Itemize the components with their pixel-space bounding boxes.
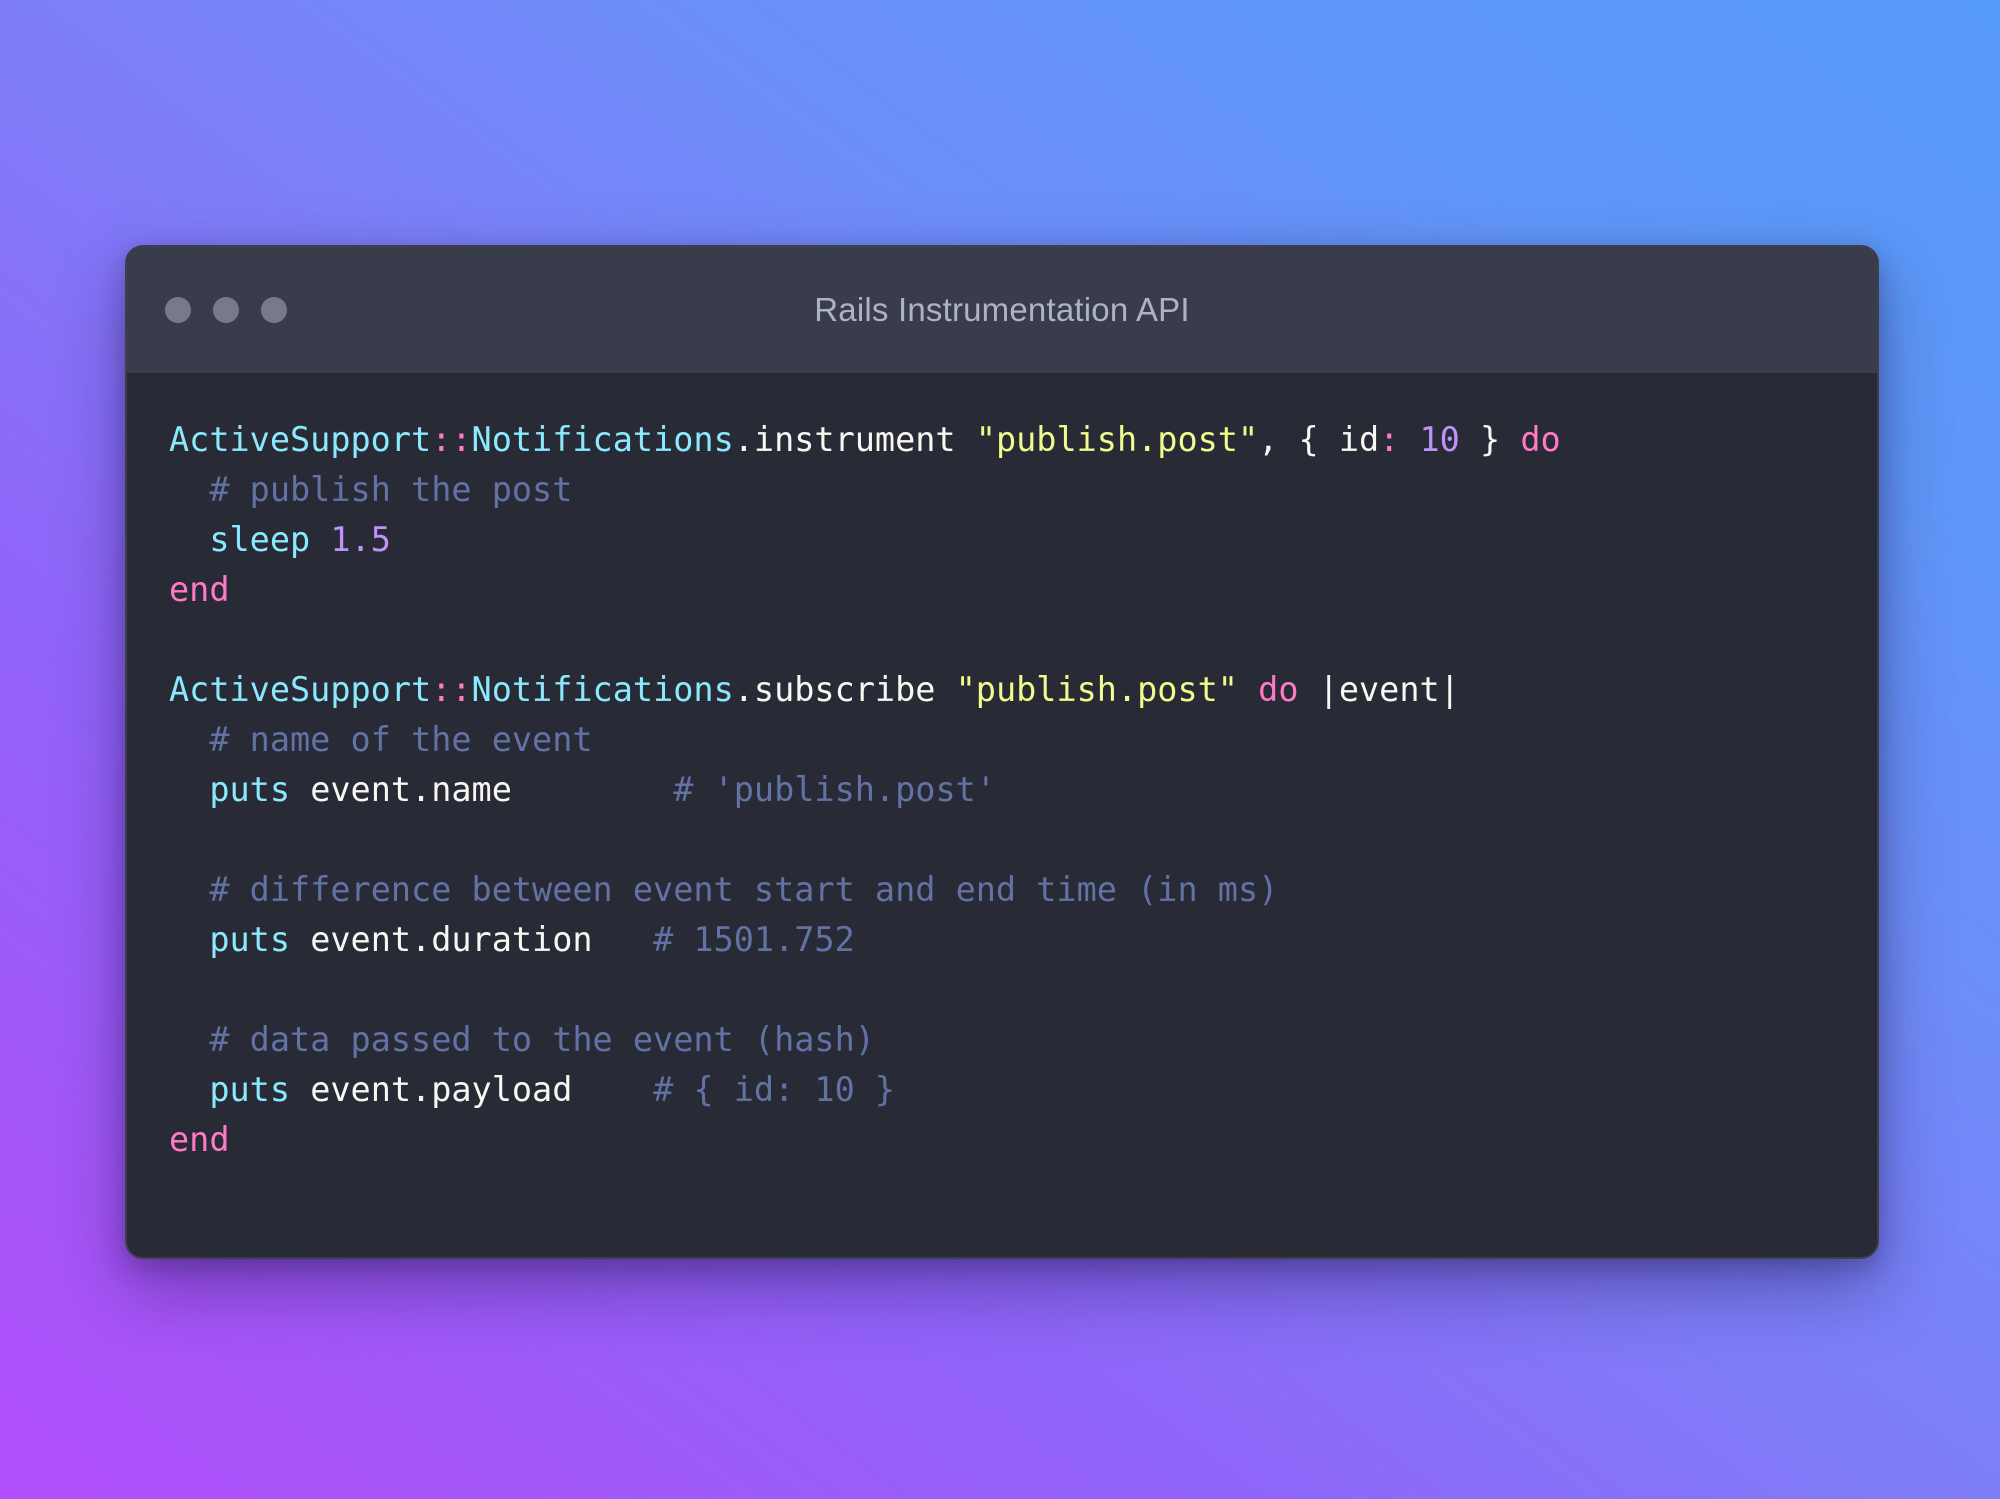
code-token: puts [209,770,291,809]
code-token: :: [431,420,472,459]
code-token: : [1379,420,1400,459]
code-window: Rails Instrumentation API ActiveSupport:… [125,245,1879,1259]
window-title: Rails Instrumentation API [814,291,1190,328]
code-token: sleep [209,520,311,559]
code-line: # publish the post [169,465,1837,515]
code-line: # name of the event [169,715,1837,765]
code-token: :: [431,670,472,709]
code-token: "publish.post" [955,670,1238,709]
code-token: # 'publish.post' [673,770,996,809]
code-token: # publish the post [209,470,573,509]
code-line: end [169,565,1837,615]
code-token: .subscribe [733,670,956,709]
code-token: "publish.post" [975,420,1259,459]
close-button-icon[interactable] [165,297,191,323]
code-token: 10 [1419,420,1460,459]
code-token: do [1520,420,1561,459]
code-token: ActiveSupport [169,420,432,459]
code-token: , { id [1258,420,1380,459]
code-token: # difference between event start and end… [209,870,1279,909]
window-titlebar[interactable]: Rails Instrumentation API [127,247,1877,373]
code-token: |event| [1298,670,1460,709]
code-token: do [1258,670,1299,709]
code-token: event.name [290,770,674,809]
code-editor-area[interactable]: ActiveSupport::Notifications.instrument … [127,373,1877,1257]
code-line: puts event.duration # 1501.752 [169,915,1837,965]
code-line: end [169,1115,1837,1165]
code-token: puts [209,920,291,959]
code-token: event.duration [290,920,654,959]
code-token: ActiveSupport [169,670,432,709]
code-line: # difference between event start and end… [169,865,1837,915]
code-line: # data passed to the event (hash) [169,1015,1837,1065]
code-line: puts event.name # 'publish.post' [169,765,1837,815]
minimize-button-icon[interactable] [213,297,239,323]
code-token: } [1459,420,1521,459]
code-token: # data passed to the event (hash) [209,1020,875,1059]
code-token: event.payload [290,1070,654,1109]
desktop-backdrop: Rails Instrumentation API ActiveSupport:… [0,0,2000,1499]
code-token: # name of the event [209,720,593,759]
code-token: Notifications [471,670,734,709]
code-token: 1.5 [330,520,391,559]
code-line: puts event.payload # { id: 10 } [169,1065,1837,1115]
code-line: ActiveSupport::Notifications.subscribe "… [169,665,1837,715]
code-block: ActiveSupport::Notifications.instrument … [169,415,1837,1165]
code-token: Notifications [471,420,734,459]
code-token: # 1501.752 [653,920,855,959]
code-token: end [169,570,230,609]
zoom-button-icon[interactable] [261,297,287,323]
code-line: sleep 1.5 [169,515,1837,565]
code-token: end [169,1120,230,1159]
code-token: puts [209,1070,291,1109]
code-token: .instrument [733,420,976,459]
code-line: ActiveSupport::Notifications.instrument … [169,415,1837,465]
code-token: # { id: 10 } [653,1070,896,1109]
window-controls [165,297,287,323]
